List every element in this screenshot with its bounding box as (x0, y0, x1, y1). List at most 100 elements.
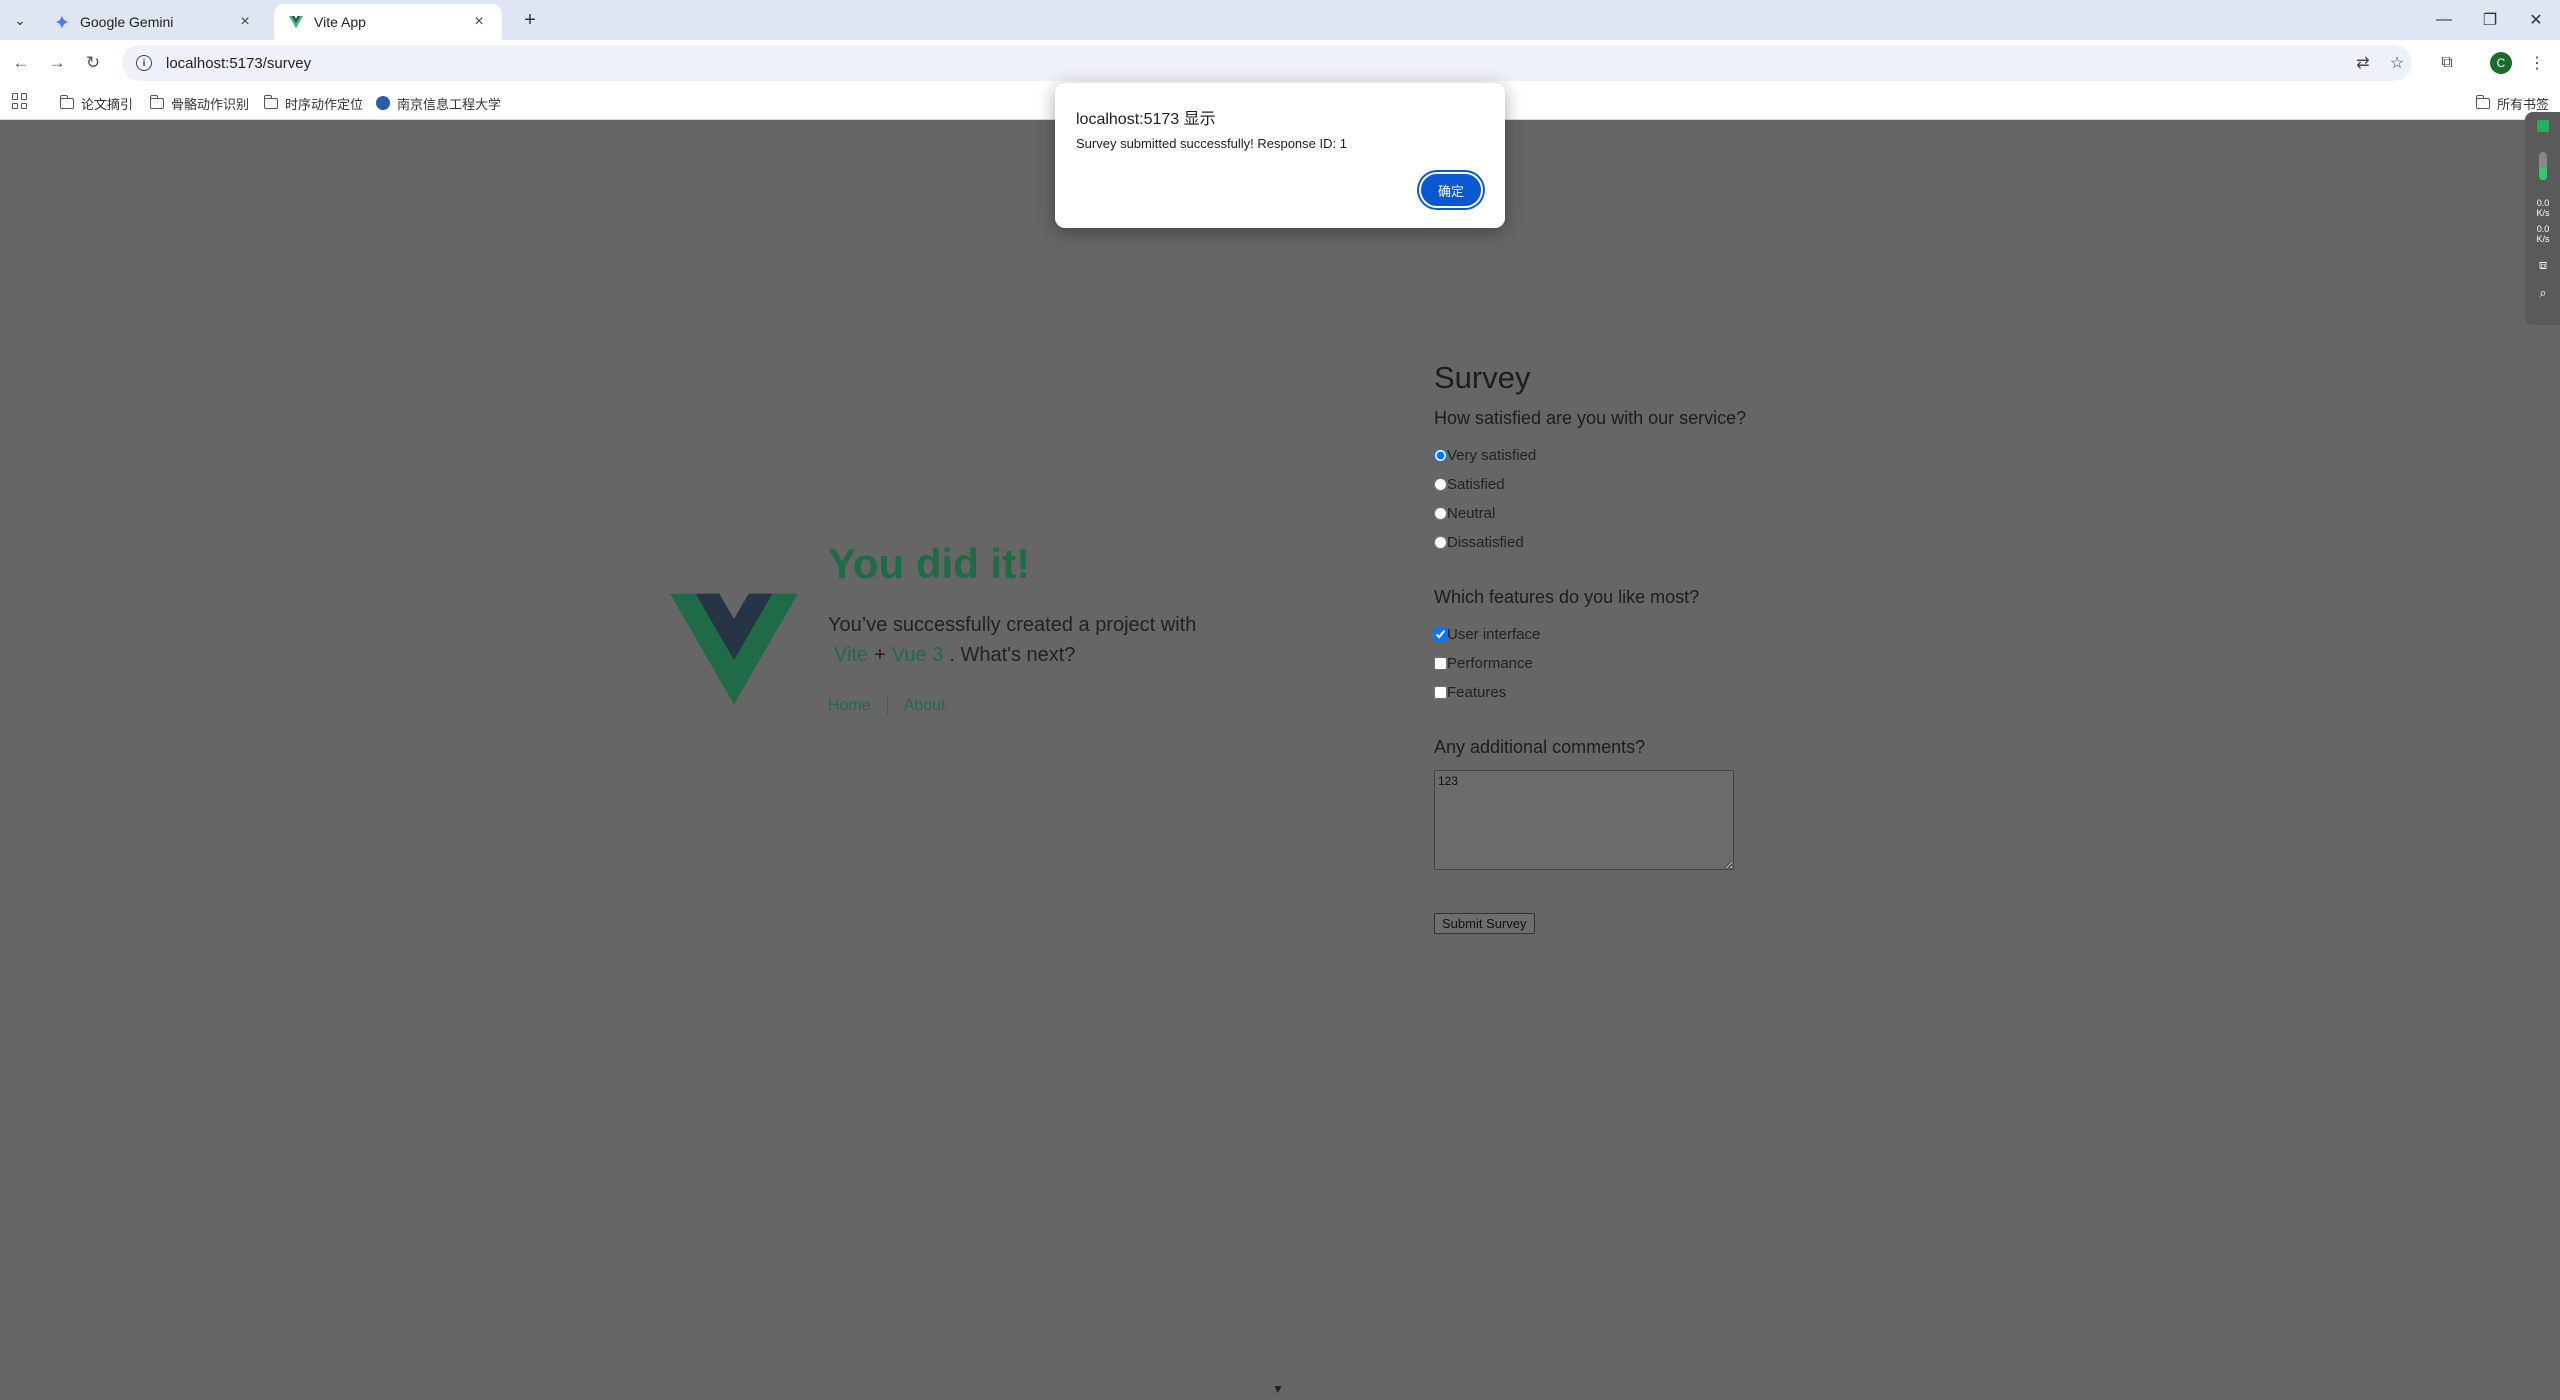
option-label: Performance (1447, 655, 1533, 672)
tab-search-chevron-icon[interactable]: ⌄ (6, 8, 34, 32)
bookmark-label: 所有书签 (2497, 96, 2550, 112)
radio-input[interactable] (1434, 449, 1447, 462)
download-speed-value: 0.0 (2536, 224, 2550, 234)
upload-speed-unit: K/s (2536, 208, 2550, 218)
greeting-text: You’ve successfully created a project wi… (828, 610, 1228, 670)
extensions-puzzle-icon[interactable]: ⧉ (2436, 52, 2458, 74)
radio-neutral[interactable]: Neutral (1434, 499, 1764, 528)
features-question: Which features do you like most? (1434, 587, 1700, 607)
tab-title: Google Gemini (80, 14, 174, 30)
download-speed-unit: K/s (2536, 234, 2550, 244)
bookmark-folder-1[interactable]: 论文摘引 (60, 92, 133, 114)
address-bar[interactable]: i localhost:5173/survey (122, 45, 2412, 81)
radio-input[interactable] (1434, 507, 1447, 520)
apps-grid-icon[interactable] (12, 93, 28, 109)
checkbox-user-interface[interactable]: User interface (1434, 620, 1764, 649)
option-label: Satisfied (1447, 476, 1505, 493)
dialog-message: Survey submitted successfully! Response … (1076, 136, 1347, 151)
more-menu-icon[interactable]: ⋮ (2526, 52, 2548, 74)
option-label: Neutral (1447, 505, 1496, 522)
option-label: Features (1447, 684, 1507, 701)
shield-check-icon[interactable] (2533, 120, 2553, 134)
bookmark-label: 骨骼动作识别 (171, 96, 250, 112)
checkbox-input[interactable] (1434, 686, 1447, 699)
vue-favicon-icon (288, 14, 304, 30)
alert-dialog: localhost:5173 显示 Survey submitted succe… (1055, 83, 1505, 228)
forward-arrow-icon[interactable]: → (44, 50, 70, 76)
restore-icon[interactable]: ❐ (2470, 6, 2510, 34)
bookmark-folder-3[interactable]: 时序动作定位 (264, 92, 363, 114)
browser-toolbar: ← → ↻ i localhost:5173/survey ⇄ ☆ ⧉ ⋮ (0, 40, 2560, 85)
radio-input[interactable] (1434, 536, 1447, 549)
site-info-icon[interactable]: i (136, 55, 152, 71)
tab-vite-app[interactable]: Vite App × (274, 4, 502, 40)
tab-close-icon[interactable]: × (470, 13, 488, 31)
globe-icon (376, 96, 390, 110)
nav-home-link[interactable]: Home (828, 697, 871, 715)
features-group: Which features do you like most? User in… (1434, 587, 1764, 707)
gemini-sparkle-icon (54, 14, 70, 30)
radio-dissatisfied[interactable]: Dissatisfied (1434, 528, 1764, 557)
bookmark-label: 南京信息工程大学 (397, 96, 502, 112)
vue-logo (670, 593, 798, 705)
submit-survey-button[interactable]: Submit Survey (1434, 913, 1535, 934)
translate-icon[interactable]: ⇄ (2352, 52, 2374, 74)
checkbox-performance[interactable]: Performance (1434, 649, 1764, 678)
satisfaction-group: How satisfied are you with our service? … (1434, 408, 1764, 557)
bookmark-folder-2[interactable]: 骨骼动作识别 (150, 92, 249, 114)
folder-icon (60, 94, 74, 109)
folder-icon (150, 94, 164, 109)
plus-sign: + (874, 644, 886, 666)
scroll-down-arrow-icon[interactable]: ▼ (1272, 1382, 1284, 1396)
checkbox-input[interactable] (1434, 657, 1447, 670)
nav-divider (886, 697, 888, 715)
bookmark-nuist[interactable]: 南京信息工程大学 (376, 92, 501, 114)
option-label: Dissatisfied (1447, 534, 1524, 551)
back-arrow-icon[interactable]: ← (8, 50, 34, 76)
greeting-text-after: . What's next? (949, 644, 1076, 666)
comments-textarea[interactable]: 123 (1434, 770, 1734, 870)
tab-close-icon[interactable]: × (236, 13, 254, 31)
screenshot-icon[interactable]: ⧈ (2533, 258, 2553, 271)
vite-link[interactable]: Vite (828, 644, 874, 666)
search-image-icon[interactable]: ⌕ (2533, 286, 2553, 299)
survey-title: Survey (1434, 360, 1531, 395)
minimize-icon[interactable]: — (2424, 6, 2464, 34)
tab-google-gemini[interactable]: Google Gemini × (40, 4, 268, 40)
bookmark-label: 时序动作定位 (285, 96, 364, 112)
battery-indicator-icon (2533, 152, 2553, 182)
tab-title: Vite App (314, 14, 366, 30)
address-url: localhost:5173/survey (166, 54, 312, 72)
folder-icon (2476, 94, 2490, 109)
all-bookmarks[interactable]: 所有书签 (2476, 92, 2549, 114)
satisfaction-question: How satisfied are you with our service? (1434, 408, 1747, 428)
tab-strip: ⌄ Google Gemini × Vite App × + — ❐ ✕ (0, 0, 2560, 40)
main-nav: Home About (828, 697, 946, 715)
close-window-icon[interactable]: ✕ (2516, 6, 2556, 34)
nav-about-link[interactable]: About (904, 697, 946, 715)
radio-satisfied[interactable]: Satisfied (1434, 470, 1764, 499)
bookmark-label: 论文摘引 (81, 96, 134, 112)
comments-question: Any additional comments? (1434, 737, 1646, 757)
checkbox-features[interactable]: Features (1434, 678, 1764, 707)
checkbox-input[interactable] (1434, 628, 1447, 641)
option-label: User interface (1447, 626, 1541, 643)
survey-form: Survey How satisfied are you with our se… (1434, 360, 1764, 934)
vue-link[interactable]: Vue 3 (886, 644, 950, 666)
extension-side-panel: 0.0 K/s 0.0 K/s ⧈ ⌕ (2525, 112, 2560, 325)
upload-speed-value: 0.0 (2536, 198, 2550, 208)
radio-input[interactable] (1434, 478, 1447, 491)
profile-avatar[interactable]: C (2490, 52, 2512, 74)
bookmark-star-icon[interactable]: ☆ (2386, 52, 2408, 74)
option-label: Very satisfied (1447, 447, 1537, 464)
comments-group: Any additional comments? 123 (1434, 737, 1764, 875)
upload-speed: 0.0 K/s (2533, 198, 2553, 218)
reload-icon[interactable]: ↻ (80, 50, 106, 76)
greeting-title: You did it! (828, 540, 1031, 587)
download-speed: 0.0 K/s (2533, 224, 2553, 244)
dialog-title: localhost:5173 显示 (1076, 111, 1216, 128)
dialog-ok-button[interactable]: 确定 (1419, 172, 1483, 208)
folder-icon (264, 94, 278, 109)
radio-very-satisfied[interactable]: Very satisfied (1434, 441, 1764, 470)
new-tab-plus-icon[interactable]: + (518, 8, 542, 32)
